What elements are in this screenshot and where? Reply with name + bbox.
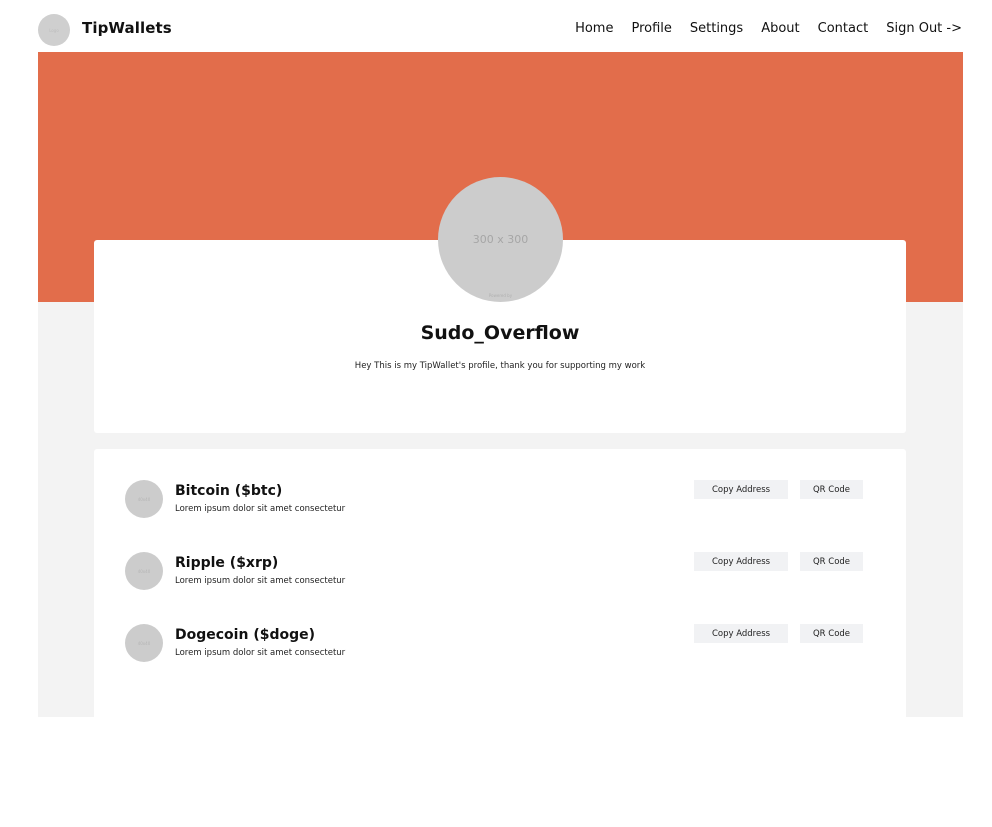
qr-code-button[interactable]: QR Code [800, 552, 863, 571]
wallet-name: Bitcoin ($btc) [175, 483, 283, 499]
profile-avatar: 300 x 300 Powered by [438, 177, 563, 302]
wallet-description: Lorem ipsum dolor sit amet consectetur [175, 504, 346, 514]
nav-sign-out-link[interactable]: Sign Out -> [886, 21, 962, 36]
qr-code-button[interactable]: QR Code [800, 480, 863, 499]
wallet-description: Lorem ipsum dolor sit amet consectetur [175, 576, 346, 586]
wallet-row-dogecoin: 40x40 Dogecoin ($doge) Lorem ipsum dolor… [94, 624, 906, 676]
copy-address-button[interactable]: Copy Address [694, 624, 788, 643]
nav-about-link[interactable]: About [761, 21, 799, 36]
profile-bio: Hey This is my TipWallet's profile, than… [354, 361, 646, 371]
top-navbar: Logo TipWallets Home Profile Settings Ab… [0, 0, 992, 52]
qr-code-button[interactable]: QR Code [800, 624, 863, 643]
nav-settings-link[interactable]: Settings [690, 21, 743, 36]
wallets-card: 40x40 Bitcoin ($btc) Lorem ipsum dolor s… [94, 449, 906, 717]
avatar-watermark: Powered by [488, 293, 513, 298]
profile-username: Sudo_Overflow [420, 322, 580, 344]
dogecoin-icon: 40x40 [125, 624, 163, 662]
wallet-row-ripple: 40x40 Ripple ($xrp) Lorem ipsum dolor si… [94, 552, 906, 604]
nav-menu: Home Profile Settings About Contact Sign… [557, 21, 962, 36]
wallet-name: Ripple ($xrp) [175, 555, 279, 571]
nav-home-link[interactable]: Home [575, 21, 613, 36]
nav-profile-link[interactable]: Profile [631, 21, 671, 36]
brand-name[interactable]: TipWallets [82, 19, 172, 37]
avatar-placeholder-text: 300 x 300 [472, 233, 529, 246]
copy-address-button[interactable]: Copy Address [694, 480, 788, 499]
bitcoin-icon: 40x40 [125, 480, 163, 518]
nav-contact-link[interactable]: Contact [818, 21, 869, 36]
logo-icon[interactable]: Logo [38, 14, 70, 46]
wallet-description: Lorem ipsum dolor sit amet consectetur [175, 648, 346, 658]
copy-address-button[interactable]: Copy Address [694, 552, 788, 571]
ripple-icon: 40x40 [125, 552, 163, 590]
wallet-name: Dogecoin ($doge) [175, 627, 316, 643]
wallet-row-bitcoin: 40x40 Bitcoin ($btc) Lorem ipsum dolor s… [94, 480, 906, 532]
